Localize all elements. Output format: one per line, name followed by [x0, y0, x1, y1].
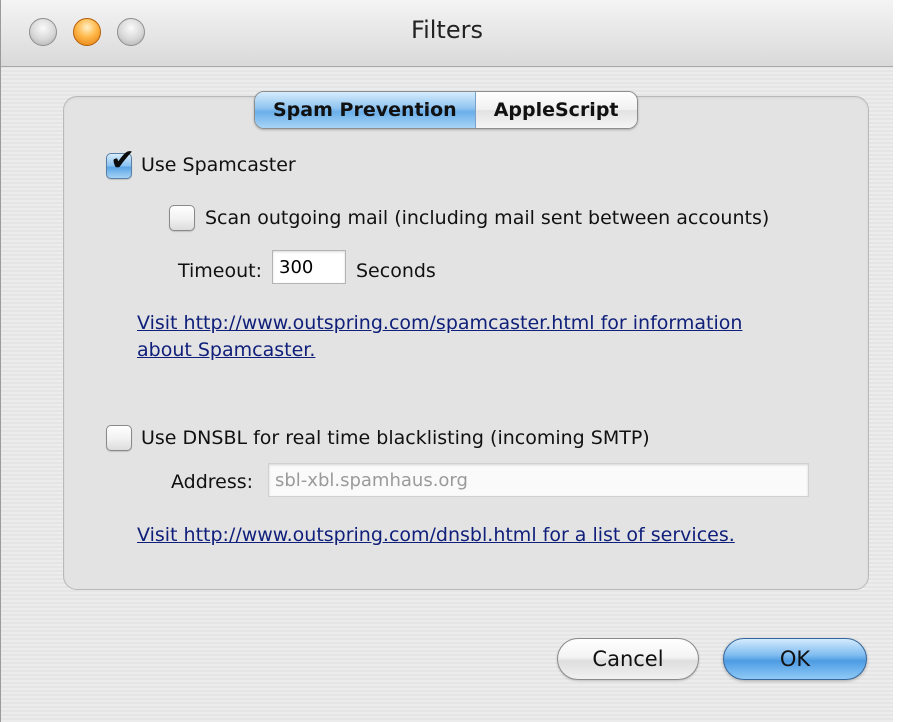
use-dnsbl-label: Use DNSBL for real time blacklisting (in… — [141, 427, 650, 449]
address-field[interactable] — [268, 463, 809, 497]
dnsbl-services-link[interactable]: Visit http://www.outspring.com/dnsbl.htm… — [137, 522, 735, 548]
spamcaster-info-link-line1[interactable]: Visit http://www.outspring.com/spamcaste… — [137, 310, 742, 336]
use-dnsbl-checkbox[interactable] — [106, 425, 132, 451]
timeout-field[interactable] — [272, 250, 346, 284]
tab-spam-prevention[interactable]: Spam Prevention — [255, 92, 476, 128]
title-bar[interactable]: Filters — [1, 0, 893, 67]
timeout-input[interactable] — [279, 251, 339, 283]
scan-outgoing-checkbox[interactable] — [169, 205, 195, 231]
use-spamcaster-checkbox[interactable]: ✔ — [106, 146, 135, 179]
address-input[interactable] — [275, 464, 802, 496]
filters-window: Filters Spam Prevention AppleScript ✔ Us… — [0, 0, 893, 722]
window-title: Filters — [411, 16, 483, 44]
address-label: Address: — [171, 471, 254, 493]
spamcaster-info-link-line2[interactable]: about Spamcaster. — [137, 337, 315, 363]
checkmark-icon: ✔ — [110, 143, 136, 178]
cancel-button[interactable]: Cancel — [557, 638, 699, 680]
tab-bar: Spam Prevention AppleScript — [254, 91, 638, 129]
ok-button[interactable]: OK — [723, 638, 867, 680]
use-spamcaster-label: Use Spamcaster — [141, 154, 296, 176]
timeout-label: Timeout: — [178, 260, 263, 282]
timeout-unit-label: Seconds — [356, 260, 436, 282]
scan-outgoing-label: Scan outgoing mail (including mail sent … — [205, 207, 770, 229]
tab-applescript[interactable]: AppleScript — [475, 92, 637, 128]
